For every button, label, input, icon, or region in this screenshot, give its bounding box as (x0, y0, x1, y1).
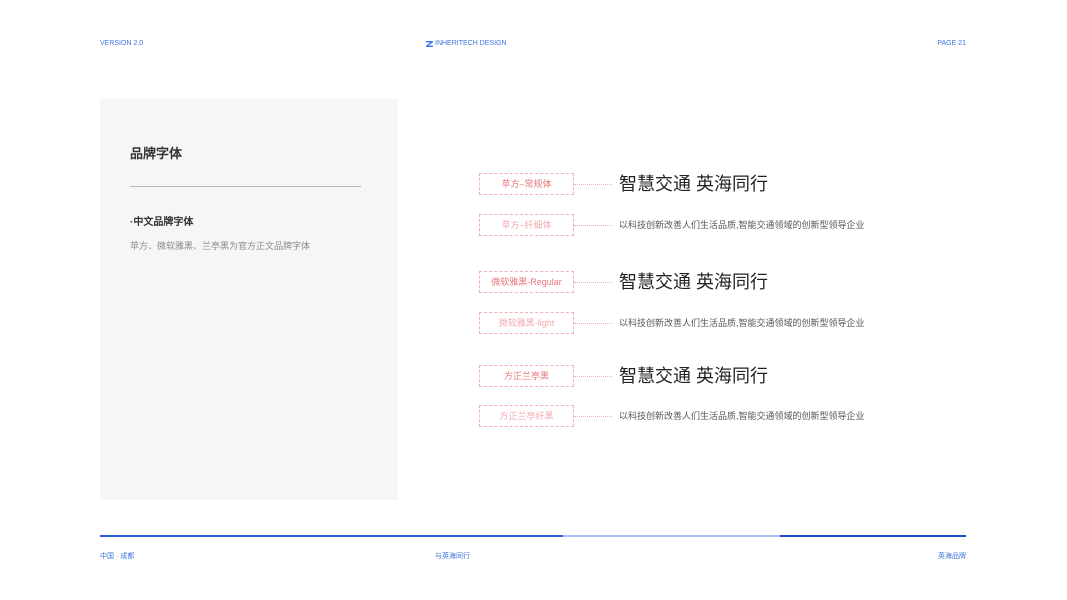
brand-logo-icon (426, 41, 433, 47)
font-specimen-row: 苹方–常规体 智慧交通 英海同行 (479, 173, 768, 195)
font-name-tag: 苹方–纤细体 (479, 214, 574, 236)
font-sample-text: 以科技创新改善人们生活品质,智能交通领域的创新型领导企业 (619, 220, 865, 230)
header-brand: INHERITECH DESIGN (426, 39, 507, 49)
dotted-connector (574, 281, 612, 283)
brand-name: INHERITECH DESIGN (435, 40, 507, 47)
section-description: 苹方、微软雅黑、兰亭黑为官方正文品牌字体 (130, 241, 311, 251)
font-name-tag: 方正兰亭纤黑 (479, 405, 574, 427)
footer-rule-dark (780, 535, 966, 537)
font-specimen-row: 苹方–纤细体 以科技创新改善人们生活品质,智能交通领域的创新型领导企业 (479, 214, 865, 236)
font-name-tag: 微软雅黑-Regular (479, 271, 574, 293)
page-title: 品牌字体 (130, 146, 183, 161)
font-specimen-row: 微软雅黑-light 以科技创新改善人们生活品质,智能交通领域的创新型领导企业 (479, 312, 865, 334)
font-sample-text: 以科技创新改善人们生活品质,智能交通领域的创新型领导企业 (619, 411, 865, 421)
footer-rule-light (563, 535, 780, 537)
font-name-tag: 苹方–常规体 (479, 173, 574, 195)
dotted-connector (574, 415, 612, 417)
dotted-connector (574, 224, 612, 226)
font-name-tag: 方正兰亭黑 (479, 365, 574, 387)
font-specimen-row: 方正兰亭纤黑 以科技创新改善人们生活品质,智能交通领域的创新型领导企业 (479, 405, 865, 427)
dotted-connector (574, 322, 612, 324)
font-sample-text: 智慧交通 英海同行 (619, 366, 769, 386)
font-sample-text: 以科技创新改善人们生活品质,智能交通领域的创新型领导企业 (619, 318, 865, 328)
dotted-connector (574, 183, 612, 185)
footer-brand: 英海品牌 (938, 553, 966, 560)
footer-rule-primary (100, 535, 563, 537)
font-specimen-row: 微软雅黑-Regular 智慧交通 英海同行 (479, 271, 768, 293)
dotted-connector (574, 375, 612, 377)
section-subtitle: ·中文品牌字体 (130, 217, 194, 228)
font-name-tag: 微软雅黑-light (479, 312, 574, 334)
font-sample-text: 智慧交通 英海同行 (619, 174, 769, 194)
font-sample-text: 智慧交通 英海同行 (619, 272, 769, 292)
page-number: PAGE 21 (937, 40, 966, 47)
title-divider (130, 186, 361, 187)
footer-slogan: 与英海同行 (435, 553, 470, 560)
font-specimen-row: 方正兰亭黑 智慧交通 英海同行 (479, 365, 768, 387)
brand-font-panel: 品牌字体 ·中文品牌字体 苹方、微软雅黑、兰亭黑为官方正文品牌字体 (100, 99, 398, 500)
footer-location: 中国 · 成都 (100, 553, 135, 560)
version-label: VERSION 2.0 (100, 40, 144, 47)
